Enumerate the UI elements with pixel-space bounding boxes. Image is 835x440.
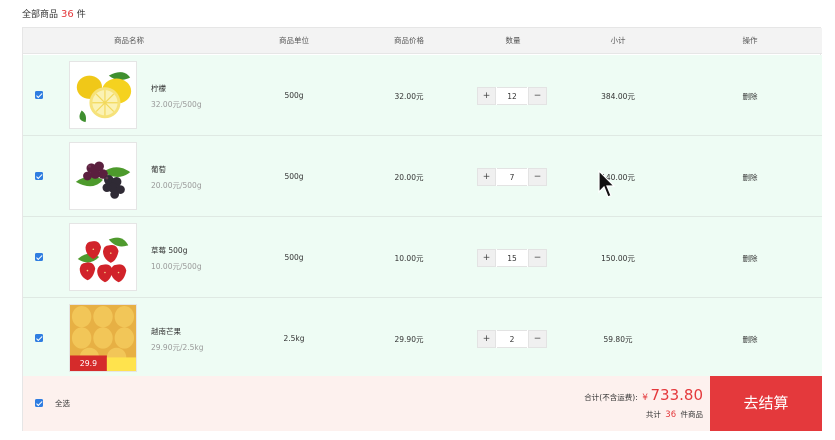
count-suffix: 件商品	[680, 410, 704, 419]
item-name[interactable]: 越南芒果	[151, 326, 181, 337]
header-name: 商品名称	[114, 36, 144, 45]
currency-symbol: ¥	[642, 393, 648, 403]
item-name[interactable]: 柠檬	[151, 83, 166, 94]
item-subtotal: 150.00元	[601, 254, 635, 263]
cart-footer: 全选 合计(不含运费): ¥ 733.80 共计 36 件商品 去结算	[23, 376, 822, 431]
quantity-stepper: + 2 −	[477, 330, 547, 348]
delete-link[interactable]: 删除	[735, 334, 765, 345]
total-line: 合计(不含运费): ¥ 733.80	[563, 386, 703, 404]
mouse-cursor-icon	[598, 170, 616, 198]
item-checkbox[interactable]	[35, 253, 43, 261]
table-row: 柠檬 32.00元/500g 500g 32.00元 + 12 − 384.00…	[23, 55, 822, 136]
item-unit-price: 29.90元/2.5kg	[151, 343, 204, 352]
table-row: 草莓 500g 10.00元/500g 500g 10.00元 + 15 − 1…	[23, 217, 822, 298]
quantity-input[interactable]: 12	[497, 87, 527, 105]
header-action: 操作	[742, 36, 758, 45]
quantity-stepper: + 15 −	[477, 249, 547, 267]
item-unit: 2.5kg	[283, 334, 305, 343]
item-price: 10.00元	[394, 254, 424, 263]
total-amount: 733.80	[650, 386, 704, 404]
increase-button[interactable]: +	[477, 330, 496, 348]
decrease-button[interactable]: −	[528, 168, 547, 186]
item-price: 32.00元	[394, 92, 424, 101]
table-row: 29.9 越南芒果 29.90元/2.5kg 2.5kg 29.90元 + 2 …	[23, 298, 822, 379]
checkout-button[interactable]: 去结算	[710, 376, 822, 431]
item-unit: 500g	[284, 91, 304, 100]
item-unit: 500g	[284, 172, 304, 181]
decrease-button[interactable]: −	[528, 249, 547, 267]
item-unit-price: 32.00元/500g	[151, 100, 202, 109]
increase-button[interactable]: +	[477, 87, 496, 105]
decrease-button[interactable]: −	[528, 330, 547, 348]
item-checkbox[interactable]	[35, 91, 43, 99]
item-price: 29.90元	[394, 335, 424, 344]
item-subtotal: 140.00元	[601, 173, 635, 182]
summary-count: 36	[61, 9, 74, 20]
count-value: 36	[665, 410, 677, 420]
item-count-line: 共计 36 件商品	[583, 409, 703, 420]
header-subtotal: 小计	[610, 36, 626, 45]
select-all-label[interactable]: 全选	[55, 398, 70, 409]
strawberry-image	[69, 223, 137, 291]
table-header: 商品名称 商品单位 商品价格 数量 小计 操作	[23, 28, 822, 54]
item-checkbox[interactable]	[35, 172, 43, 180]
item-name[interactable]: 葡萄	[151, 164, 166, 175]
item-unit-price: 10.00元/500g	[151, 262, 202, 271]
cart-table: 商品名称 商品单位 商品价格 数量 小计 操作 柠檬 32.00元/500g 5…	[22, 27, 822, 431]
item-subtotal: 384.00元	[601, 92, 635, 101]
increase-button[interactable]: +	[477, 168, 496, 186]
item-checkbox[interactable]	[35, 334, 43, 342]
increase-button[interactable]: +	[477, 249, 496, 267]
quantity-input[interactable]: 2	[497, 330, 527, 348]
item-price: 20.00元	[394, 173, 424, 182]
select-all-checkbox[interactable]	[35, 399, 43, 407]
item-unit-price: 20.00元/500g	[151, 181, 202, 190]
delete-link[interactable]: 删除	[735, 253, 765, 264]
decrease-button[interactable]: −	[528, 87, 547, 105]
delete-link[interactable]: 删除	[735, 91, 765, 102]
item-subtotal: 59.80元	[603, 335, 633, 344]
count-prefix: 共计	[645, 410, 661, 419]
item-unit: 500g	[284, 253, 304, 262]
header-qty: 数量	[505, 36, 521, 45]
quantity-input[interactable]: 7	[497, 168, 527, 186]
lemon-image	[69, 61, 137, 129]
quantity-stepper: + 12 −	[477, 87, 547, 105]
quantity-input[interactable]: 15	[497, 249, 527, 267]
header-price: 商品价格	[394, 36, 424, 45]
header-unit: 商品单位	[279, 36, 309, 45]
table-row: 葡萄 20.00元/500g 500g 20.00元 + 7 − 140.00元…	[23, 136, 822, 217]
item-name[interactable]: 草莓 500g	[151, 245, 187, 256]
total-label: 合计(不含运费):	[584, 393, 638, 402]
delete-link[interactable]: 删除	[735, 172, 765, 183]
mango-price-badge: 29.9	[80, 359, 97, 368]
summary-unit: 件	[76, 10, 86, 20]
cart-summary: 全部商品 36 件	[22, 7, 86, 20]
grape-image	[69, 142, 137, 210]
summary-label: 全部商品	[22, 10, 59, 20]
mango-image: 29.9	[69, 304, 137, 372]
quantity-stepper: + 7 −	[477, 168, 547, 186]
